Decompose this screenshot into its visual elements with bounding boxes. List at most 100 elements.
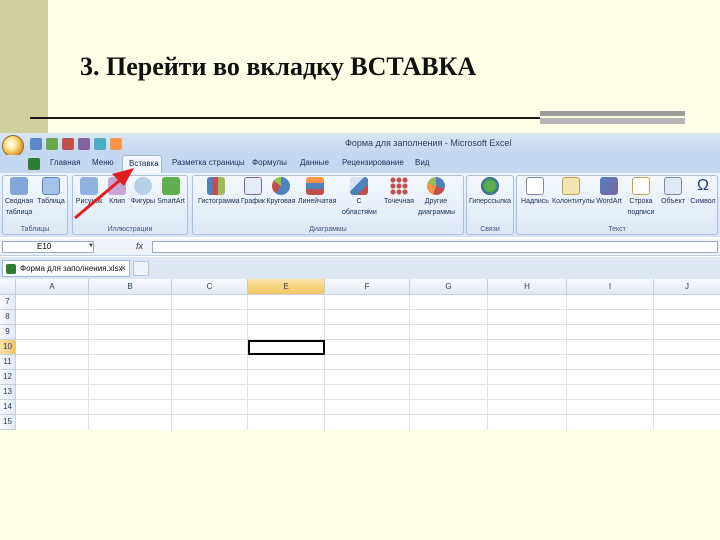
- tab-insert-label: Вставка: [129, 159, 159, 168]
- grid-line: [487, 295, 488, 430]
- name-box[interactable]: E10: [2, 241, 94, 253]
- signature-line-icon: [632, 177, 650, 195]
- tab-review[interactable]: Рецензирование: [342, 158, 404, 167]
- tab-formulas[interactable]: Формулы: [252, 158, 287, 167]
- pivot-table-button[interactable]: Сводная таблица: [4, 177, 34, 217]
- picture-label: Рисунок: [75, 198, 103, 205]
- table-icon: [42, 177, 60, 195]
- row-header-active[interactable]: 10: [0, 340, 16, 355]
- scatter-chart-icon: [390, 177, 408, 195]
- column-header-active[interactable]: E: [248, 279, 325, 295]
- document-tab[interactable]: Форма для заполнения.xlsx ×: [2, 260, 130, 277]
- sort-icon[interactable]: [110, 138, 122, 150]
- column-chart-label: Гистограмма: [198, 198, 240, 205]
- grid-line: [16, 324, 720, 325]
- tab-data[interactable]: Данные: [300, 158, 329, 167]
- textbox-label: Надпись: [521, 198, 549, 205]
- column-chart-button[interactable]: Гистограмма: [198, 177, 240, 206]
- smartart-button[interactable]: SmartArt: [156, 177, 186, 206]
- hyperlink-label: Гиперссылка: [468, 198, 512, 205]
- shapes-button[interactable]: Фигуры: [128, 177, 158, 206]
- column-header[interactable]: F: [325, 279, 410, 295]
- row-header[interactable]: 13: [0, 385, 16, 400]
- column-header[interactable]: J: [654, 279, 720, 295]
- object-button[interactable]: Объект: [658, 177, 688, 206]
- grid-line: [16, 354, 720, 355]
- grid-line: [16, 414, 720, 415]
- picture-button[interactable]: Рисунок: [74, 177, 104, 206]
- bar-chart-button[interactable]: Линейчатая: [298, 177, 337, 206]
- office-button-icon[interactable]: [2, 135, 24, 157]
- hyperlink-globe-icon: [481, 177, 499, 195]
- hyperlink-button[interactable]: Гиперссылка: [468, 177, 512, 206]
- omega-symbol-icon: Ω: [697, 177, 709, 194]
- column-header[interactable]: I: [567, 279, 654, 295]
- group-links-label: Связи: [480, 226, 500, 233]
- ribbon: Таблицы Сводная таблица Таблица Иллюстра…: [0, 173, 720, 237]
- preview-icon[interactable]: [94, 138, 106, 150]
- pivot-table-label-2: таблица: [5, 209, 33, 216]
- wordart-label: WordArt: [596, 198, 622, 205]
- grid-line: [16, 309, 720, 310]
- column-header[interactable]: B: [89, 279, 172, 295]
- column-header[interactable]: C: [172, 279, 248, 295]
- group-illustrations-label: Иллюстрации: [107, 226, 153, 233]
- row-header[interactable]: 14: [0, 400, 16, 415]
- save-icon[interactable]: [30, 138, 42, 150]
- table-button[interactable]: Таблица: [36, 177, 66, 206]
- name-box-dropdown-icon[interactable]: ▼: [88, 243, 94, 249]
- spreadsheet-grid[interactable]: A B C E F G H I J 7 8 9 10 11 12 13 14 1…: [0, 279, 720, 430]
- grid-line: [566, 295, 567, 430]
- formula-input[interactable]: [152, 241, 718, 253]
- selected-cell[interactable]: [248, 340, 325, 355]
- grid-line: [16, 384, 720, 385]
- shapes-icon: [134, 177, 152, 195]
- row-header[interactable]: 11: [0, 355, 16, 370]
- tab-page-layout[interactable]: Разметка страницы: [172, 158, 245, 167]
- slide-title: 3. Перейти во вкладку ВСТАВКА: [80, 52, 477, 81]
- header-footer-icon: [562, 177, 580, 195]
- row-header[interactable]: 7: [0, 295, 16, 310]
- select-all-corner[interactable]: [0, 279, 16, 295]
- other-charts-label-1: Другие: [424, 198, 448, 205]
- undo-icon[interactable]: [46, 138, 58, 150]
- area-chart-label-2: областями: [342, 209, 377, 216]
- new-document-tab-icon[interactable]: [133, 261, 149, 276]
- column-header[interactable]: A: [16, 279, 89, 295]
- textbox-button[interactable]: Надпись: [520, 177, 550, 206]
- other-charts-button[interactable]: Другие диаграммы: [418, 177, 455, 217]
- row-header[interactable]: 15: [0, 415, 16, 430]
- row-header[interactable]: 9: [0, 325, 16, 340]
- wordart-button[interactable]: WordArt: [594, 177, 624, 206]
- signature-line-label-2: подписи: [627, 209, 655, 216]
- close-tab-icon[interactable]: ×: [121, 263, 126, 273]
- excel-window: Форма для заполнения - Microsoft Excel Г…: [0, 133, 720, 430]
- tab-insert[interactable]: Вставка: [122, 155, 162, 173]
- column-header[interactable]: G: [410, 279, 488, 295]
- tab-view[interactable]: Вид: [415, 158, 429, 167]
- bar-chart-label: Линейчатая: [298, 198, 337, 205]
- area-chart-icon: [350, 177, 368, 195]
- grid-line: [16, 369, 720, 370]
- pivot-table-icon: [10, 177, 28, 195]
- pie-chart-button[interactable]: Круговая: [266, 177, 296, 206]
- redo-icon[interactable]: [62, 138, 74, 150]
- group-charts-label: Диаграммы: [309, 226, 347, 233]
- print-icon[interactable]: [78, 138, 90, 150]
- column-header[interactable]: H: [488, 279, 567, 295]
- bar-chart-icon: [306, 177, 324, 195]
- row-header[interactable]: 12: [0, 370, 16, 385]
- signature-line-button[interactable]: Строка подписи: [626, 177, 656, 217]
- area-chart-button[interactable]: С областями: [342, 177, 377, 217]
- tab-menu[interactable]: Меню: [92, 158, 114, 167]
- line-chart-button[interactable]: График: [238, 177, 268, 206]
- line-chart-label: График: [241, 198, 265, 205]
- object-label: Объект: [661, 198, 685, 205]
- scatter-chart-button[interactable]: Точечная: [384, 177, 414, 206]
- row-header[interactable]: 8: [0, 310, 16, 325]
- grid-line: [16, 399, 720, 400]
- symbol-button[interactable]: Ω Символ: [688, 177, 718, 206]
- tab-home[interactable]: Главная: [50, 158, 80, 167]
- header-footer-button[interactable]: Колонтитулы: [552, 177, 595, 206]
- fx-icon[interactable]: fx: [136, 241, 143, 251]
